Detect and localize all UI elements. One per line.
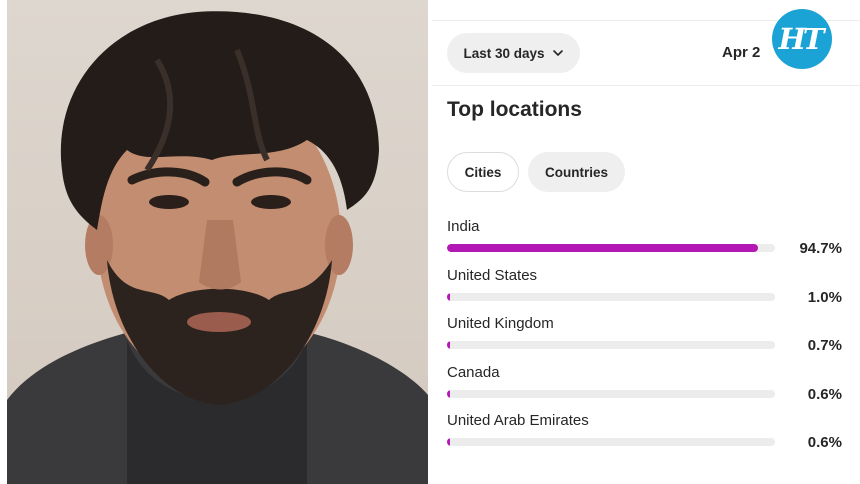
location-percent: 0.7% [807,337,842,354]
location-name: Canada [447,363,500,381]
date-range-button[interactable]: Last 30 days [447,33,580,73]
location-bar-track [447,244,775,252]
insights-panel: Last 30 days Apr 2 HT Top locations Citi… [432,0,860,484]
tab-countries[interactable]: Countries [528,152,625,192]
location-bar-fill [447,292,451,301]
location-row: India 94.7% [447,218,842,267]
tab-cities[interactable]: Cities [447,152,519,192]
location-name: India [447,218,480,235]
location-row: Canada 0.6% [447,364,842,413]
location-bar-fill [447,244,758,252]
location-bar-track [447,292,775,301]
location-bar-fill [447,341,450,349]
location-bar-track [447,341,775,349]
location-percent: 0.6% [807,385,842,403]
location-bar-track [447,438,775,446]
location-percent: 94.7% [799,240,842,257]
date-label: Apr 2 [722,44,761,61]
header-divider [432,85,860,86]
section-title: Top locations [447,98,582,121]
portrait-illustration [7,11,428,484]
location-percent: 0.6% [807,434,842,451]
locations-list: India 94.7% United States 1.0% United Ki… [447,218,842,461]
location-bar-fill [447,389,450,398]
location-bar-track [447,389,775,398]
logo-text: HT [778,22,825,56]
location-name: United States [447,266,538,284]
location-row: United States 1.0% [447,267,842,316]
location-bar-fill [447,438,450,446]
location-row: United Kingdom 0.7% [447,315,842,364]
location-name: United Arab Emirates [447,412,589,429]
ht-logo: HT [772,9,832,69]
portrait-photo [7,0,428,484]
location-name: United Kingdom [447,315,554,332]
chevron-down-icon [552,50,563,56]
location-percent: 1.0% [807,288,842,306]
date-range-label: Last 30 days [463,45,545,61]
location-row: United Arab Emirates 0.6% [447,412,842,461]
